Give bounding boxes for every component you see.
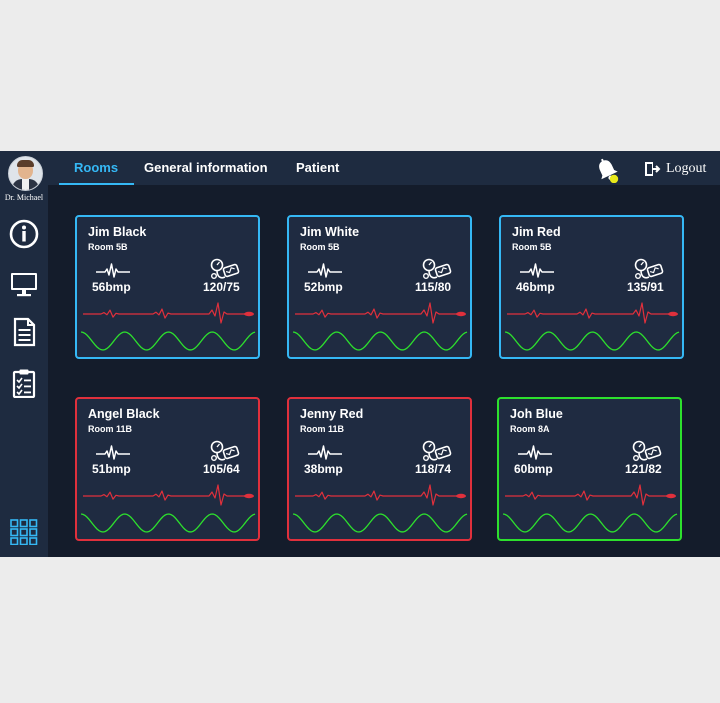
ecg-waveform — [507, 302, 678, 324]
sidebar: Dr. Michael — [0, 151, 48, 557]
top-navigation: Rooms General information Patient Logout — [48, 151, 720, 185]
heart-rate-icon — [96, 263, 130, 278]
tab-patient[interactable]: Patient — [296, 160, 339, 175]
heart-rate-value: 38bmp — [304, 462, 343, 476]
patient-card[interactable]: Jenny Red Room 11B 38bmp 118/74 — [287, 397, 472, 541]
patient-name: Angel Black — [88, 407, 160, 421]
blood-pressure-value: 120/75 — [203, 280, 240, 294]
heart-rate-icon — [518, 445, 552, 460]
room-label: Room 5B — [512, 242, 552, 252]
patient-card[interactable]: Angel Black Room 11B 51bmp 105/64 — [75, 397, 260, 541]
logout-button[interactable]: Logout — [644, 161, 706, 177]
tab-rooms[interactable]: Rooms — [74, 160, 118, 175]
blood-pressure-icon — [210, 440, 240, 461]
clipboard-icon[interactable] — [9, 368, 39, 398]
patient-name: Jim Red — [512, 225, 561, 239]
monitor-icon[interactable] — [9, 269, 39, 299]
patient-name: Jim White — [300, 225, 360, 239]
patient-card[interactable]: Jim Black Room 5B 56bmp 120/75 — [75, 215, 260, 359]
respiration-waveform — [505, 331, 680, 351]
blood-pressure-icon — [422, 440, 452, 461]
ecg-waveform — [295, 302, 466, 324]
patient-name: Jim Black — [88, 225, 147, 239]
patient-name: Jenny Red — [300, 407, 364, 421]
respiration-waveform — [293, 513, 468, 533]
heart-rate-value: 46bmp — [516, 280, 555, 294]
active-tab-indicator — [59, 183, 134, 185]
heart-rate-icon — [520, 263, 554, 278]
logout-label: Logout — [666, 161, 707, 176]
heart-rate-value: 52bmp — [304, 280, 343, 294]
heart-rate-icon — [96, 445, 130, 460]
ecg-waveform — [83, 484, 254, 506]
blood-pressure-value: 118/74 — [415, 462, 452, 476]
ecg-waveform — [83, 302, 254, 324]
room-label: Room 11B — [300, 424, 345, 434]
avatar[interactable] — [8, 156, 43, 191]
doctor-name: Dr. Michael — [4, 193, 44, 202]
blood-pressure-icon — [632, 440, 662, 461]
document-icon[interactable] — [9, 317, 39, 347]
heart-rate-icon — [308, 445, 342, 460]
patient-card[interactable]: Jim Red Room 5B 46bmp 135/91 — [499, 215, 684, 359]
tab-general-information[interactable]: General information — [144, 160, 268, 175]
room-label: Room 11B — [88, 424, 133, 434]
respiration-waveform — [81, 513, 256, 533]
monitoring-app: Dr. Michael Rooms General information Pa… — [0, 151, 720, 557]
blood-pressure-value: 105/64 — [203, 462, 240, 476]
grid-icon[interactable] — [10, 519, 38, 545]
blood-pressure-value: 121/82 — [625, 462, 662, 476]
notification-dot — [609, 174, 619, 183]
blood-pressure-value: 115/80 — [415, 280, 452, 294]
patient-card[interactable]: Joh Blue Room 8A 60bmp 121/82 — [497, 397, 682, 541]
heart-rate-value: 51bmp — [92, 462, 131, 476]
room-label: Room 8A — [510, 424, 550, 434]
heart-rate-value: 56bmp — [92, 280, 131, 294]
patient-card[interactable]: Jim White Room 5B 52bmp 115/80 — [287, 215, 472, 359]
heart-rate-icon — [308, 263, 342, 278]
room-label: Room 5B — [88, 242, 128, 252]
respiration-waveform — [293, 331, 468, 351]
patient-name: Joh Blue — [510, 407, 563, 421]
blood-pressure-icon — [210, 258, 240, 279]
blood-pressure-value: 135/91 — [627, 280, 664, 294]
notification-bell-icon[interactable] — [594, 157, 620, 183]
respiration-waveform — [503, 513, 678, 533]
ecg-waveform — [505, 484, 676, 506]
logout-icon — [645, 162, 661, 176]
heart-rate-value: 60bmp — [514, 462, 553, 476]
blood-pressure-icon — [422, 258, 452, 279]
room-label: Room 5B — [300, 242, 340, 252]
blood-pressure-icon — [634, 258, 664, 279]
info-icon[interactable] — [9, 219, 39, 249]
ecg-waveform — [295, 484, 466, 506]
respiration-waveform — [81, 331, 256, 351]
